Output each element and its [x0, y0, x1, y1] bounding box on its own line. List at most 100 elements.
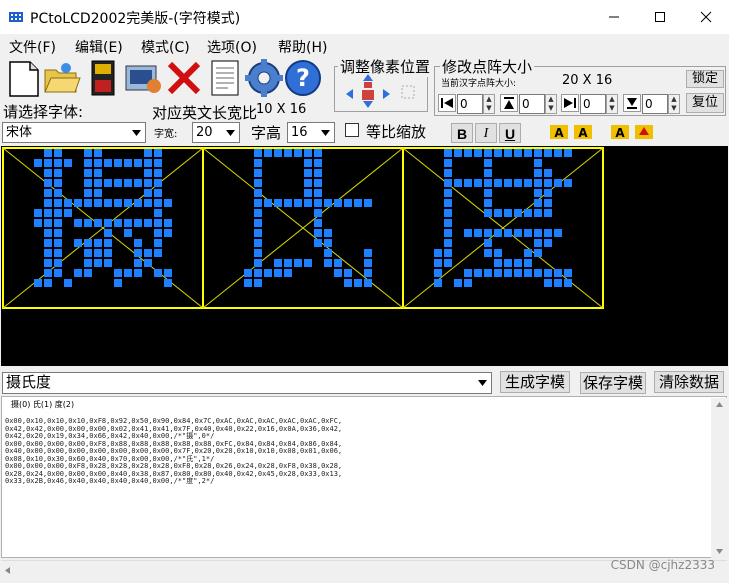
chevron-down-icon[interactable] [474, 373, 491, 393]
left-spin-arrows[interactable]: ▲ ▼ [483, 94, 495, 114]
glyph-dot [154, 189, 162, 197]
font-family-value: 宋体 [6, 125, 33, 140]
glyph-dot [124, 199, 132, 207]
new-icon[interactable] [4, 58, 44, 98]
open-icon[interactable] [42, 58, 82, 98]
down-spin-input[interactable]: 0 [642, 94, 668, 114]
glyph-dot [94, 159, 102, 167]
glyph-dot [44, 209, 52, 217]
document-icon[interactable] [206, 58, 246, 98]
up-spin-arrows[interactable]: ▲ ▼ [545, 94, 557, 114]
glyph-dot [444, 209, 452, 217]
output-textarea[interactable]: 摄(0) 氏(1) 度(2) 0x00,0x10,0x10,0x10,0xF8,… [1, 396, 727, 558]
glyph-dot [534, 239, 542, 247]
pixel-adjust-arrows[interactable] [340, 72, 424, 110]
glyph-preview[interactable] [1, 146, 728, 366]
maximize-icon [655, 12, 665, 22]
menu-edit[interactable]: 编辑(E) [75, 37, 123, 57]
maximize-button[interactable] [637, 0, 683, 34]
move-left-button[interactable] [438, 94, 456, 112]
flip-horizontal-icon[interactable]: A A [548, 121, 596, 143]
settings-icon[interactable] [124, 58, 164, 98]
matrix-size-title: 修改点阵大小 [440, 56, 535, 77]
reset-button[interactable]: 复位 [686, 93, 724, 113]
glyph-dot [504, 179, 512, 187]
glyph-dot [264, 199, 272, 207]
right-spin-input[interactable]: 0 [580, 94, 606, 114]
generate-button[interactable]: 生成字模 [500, 371, 570, 393]
close-button[interactable] [683, 0, 729, 34]
font-family-select[interactable]: 宋体 [2, 122, 146, 143]
glyph-dot [484, 189, 492, 197]
italic-button[interactable]: I [475, 123, 497, 143]
glyph-dot [44, 269, 52, 277]
glyph-dot [54, 229, 62, 237]
save-font-button[interactable]: 保存字模 [580, 372, 646, 394]
glyph-dot [504, 209, 512, 217]
lock-button[interactable]: 锁定 [686, 70, 724, 88]
menu-options[interactable]: 选项(O) [207, 37, 257, 57]
glyph-dot [314, 159, 322, 167]
menu-help[interactable]: 帮助(H) [278, 37, 327, 57]
vertical-scrollbar[interactable] [711, 398, 728, 558]
glyph-dot [144, 149, 152, 157]
glyph-dot [54, 219, 62, 227]
move-up-button[interactable] [500, 94, 518, 112]
options-gear-icon[interactable] [244, 58, 284, 98]
glyph-dot [104, 229, 112, 237]
glyph-dot [364, 279, 372, 287]
chevron-down-icon[interactable] [317, 123, 334, 142]
chevron-down-icon[interactable] [222, 123, 239, 142]
glyph-dot [164, 269, 172, 277]
clear-data-button[interactable]: 清除数据 [654, 371, 724, 393]
glyph-dot [134, 239, 142, 247]
font-height-select[interactable]: 16 [287, 122, 335, 143]
minimize-button[interactable] [591, 0, 637, 34]
glyph-dot [314, 239, 322, 247]
glyph-dot [114, 179, 122, 187]
chevron-down-icon[interactable] [128, 123, 145, 142]
glyph-dot [534, 189, 542, 197]
glyph-dot [544, 209, 552, 217]
glyph-dot [274, 149, 282, 157]
glyph-dot [364, 249, 372, 257]
glyph-dot [504, 259, 512, 267]
glyph-dot [434, 279, 442, 287]
glyph-dot [154, 199, 162, 207]
glyph-dot [114, 269, 122, 277]
up-spin-input[interactable]: 0 [519, 94, 545, 114]
glyph-dot [544, 169, 552, 177]
underline-button[interactable]: U [499, 123, 521, 143]
close-icon [700, 11, 712, 23]
left-spin-input[interactable]: 0 [457, 94, 483, 114]
glyph-dot [324, 229, 332, 237]
rotate-icon[interactable]: A [609, 121, 657, 143]
save-icon[interactable] [84, 58, 124, 98]
step-left-icon [441, 98, 453, 108]
glyph-dot [304, 169, 312, 177]
glyph-dot [114, 199, 122, 207]
help-icon[interactable]: ? [283, 58, 323, 98]
glyph-dot [154, 179, 162, 187]
move-down-button[interactable] [623, 94, 641, 112]
code-line: 0x33,0x2B,0x46,0x40,0x40,0x40,0x40,0x00,… [5, 477, 215, 485]
glyph-dot [514, 179, 522, 187]
right-spin-arrows[interactable]: ▲ ▼ [606, 94, 618, 114]
glyph-dot [104, 159, 112, 167]
svg-text:A: A [578, 126, 588, 140]
font-width-select[interactable]: 20 [192, 122, 240, 143]
menu-mode[interactable]: 模式(C) [141, 37, 190, 57]
glyph-dot [484, 269, 492, 277]
scale-checkbox[interactable] [345, 123, 359, 137]
glyph-dot [484, 249, 492, 257]
down-spin-arrows[interactable]: ▲ ▼ [668, 94, 680, 114]
delete-icon[interactable] [164, 58, 204, 98]
menu-file[interactable]: 文件(F) [9, 37, 56, 57]
dot-matrix-canvas[interactable] [1, 146, 728, 366]
output-code: 0x00,0x10,0x10,0x10,0xF8,0x92,0x50,0x90,… [5, 417, 342, 486]
glyph-dot [364, 199, 372, 207]
bold-button[interactable]: B [451, 123, 473, 143]
move-right-button[interactable] [561, 94, 579, 112]
text-input[interactable]: 摄氏度 [2, 372, 492, 394]
glyph-dot [134, 259, 142, 267]
